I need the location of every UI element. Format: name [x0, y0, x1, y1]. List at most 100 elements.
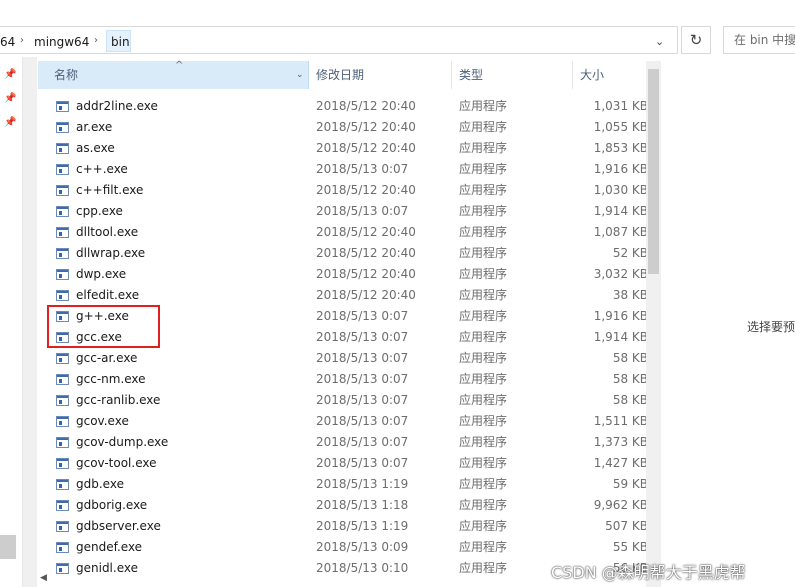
file-date: 2018/5/13 0:07 [316, 372, 409, 386]
file-row[interactable]: gdbserver.exe 2018/5/13 1:19 应用程序 507 KB [38, 516, 648, 537]
file-type: 应用程序 [459, 309, 508, 323]
breadcrumb-item[interactable]: 64 [0, 35, 15, 49]
file-size: 52 KB [612, 246, 648, 260]
executable-icon [56, 353, 69, 364]
file-type: 应用程序 [459, 288, 508, 302]
breadcrumb-item-current[interactable]: bin [111, 35, 130, 49]
file-row[interactable]: cpp.exe 2018/5/13 0:07 应用程序 1,914 KB [38, 201, 648, 222]
file-row[interactable]: gdb.exe 2018/5/13 1:19 应用程序 59 KB [38, 474, 648, 495]
executable-icon [56, 164, 69, 175]
file-name: cpp.exe [76, 204, 123, 218]
file-row[interactable]: gcc-ar.exe 2018/5/13 0:07 应用程序 58 KB [38, 348, 648, 369]
sort-ascending-icon: ^ [175, 60, 184, 71]
breadcrumb-separator-icon[interactable]: › [94, 35, 98, 46]
file-size: 38 KB [612, 288, 648, 302]
scrollbar-thumb[interactable] [648, 69, 659, 274]
file-size: 1,031 KB [593, 99, 648, 113]
file-row[interactable]: gcc-ranlib.exe 2018/5/13 0:07 应用程序 58 KB [38, 390, 648, 411]
file-row[interactable]: ar.exe 2018/5/12 20:40 应用程序 1,055 KB [38, 117, 648, 138]
refresh-icon[interactable]: ↻ [681, 26, 711, 54]
chevron-down-icon[interactable]: ⌄ [655, 35, 664, 48]
file-row[interactable]: c++.exe 2018/5/13 0:07 应用程序 1,916 KB [38, 159, 648, 180]
file-type: 应用程序 [459, 267, 508, 281]
file-date: 2018/5/13 0:07 [316, 456, 409, 470]
navigation-scrollbar[interactable] [22, 57, 37, 587]
file-row[interactable]: addr2line.exe 2018/5/12 20:40 应用程序 1,031 KB [38, 96, 648, 117]
file-date: 2018/5/12 20:40 [316, 246, 416, 260]
file-size: 1,511 KB [593, 414, 648, 428]
navigation-item-selected[interactable] [0, 535, 16, 559]
file-size: 59 KB [612, 477, 648, 491]
file-size: 1,916 KB [593, 309, 648, 323]
file-type: 应用程序 [459, 414, 508, 428]
executable-icon [56, 143, 69, 154]
file-row[interactable]: gcov-tool.exe 2018/5/13 0:07 应用程序 1,427 KB [38, 453, 648, 474]
executable-icon [56, 542, 69, 553]
file-list-scrollbar[interactable] [646, 61, 661, 587]
file-size: 1,373 KB [593, 435, 648, 449]
file-size: 1,055 KB [593, 120, 648, 134]
search-input[interactable]: 在 bin 中搜 [723, 26, 795, 54]
file-date: 2018/5/12 20:40 [316, 120, 416, 134]
file-name: gcc-nm.exe [76, 372, 146, 386]
address-bar[interactable]: 64 › mingw64 › bin ⌄ [0, 26, 678, 54]
file-type: 应用程序 [459, 393, 508, 407]
file-date: 2018/5/13 1:18 [316, 498, 409, 512]
executable-icon [56, 458, 69, 469]
pin-icon: 📌 [4, 93, 17, 104]
file-row[interactable]: as.exe 2018/5/12 20:40 应用程序 1,853 KB [38, 138, 648, 159]
file-size: 1,916 KB [593, 162, 648, 176]
executable-icon [56, 185, 69, 196]
file-date: 2018/5/13 1:19 [316, 477, 409, 491]
column-header-name[interactable]: 名称 ^ ⌄ [38, 60, 309, 89]
file-name: gdbserver.exe [76, 519, 161, 533]
file-row[interactable]: c++filt.exe 2018/5/12 20:40 应用程序 1,030 KB [38, 180, 648, 201]
file-size: 58 KB [612, 351, 648, 365]
executable-icon [56, 122, 69, 133]
file-date: 2018/5/13 0:07 [316, 393, 409, 407]
column-header-type[interactable]: 类型 [453, 61, 573, 89]
file-name: dllwrap.exe [76, 246, 146, 260]
file-row[interactable]: gcov.exe 2018/5/13 0:07 应用程序 1,511 KB [38, 411, 648, 432]
file-row[interactable]: dwp.exe 2018/5/12 20:40 应用程序 3,032 KB [38, 264, 648, 285]
file-name: genidl.exe [76, 561, 138, 575]
column-header-size[interactable]: 大小 [574, 61, 648, 89]
address-bar-row: 64 › mingw64 › bin ⌄ ↻ 在 bin 中搜 [0, 24, 795, 57]
file-name: c++filt.exe [76, 183, 144, 197]
navigation-pane: 📌 📌 📌 [0, 57, 22, 587]
file-name: c++.exe [76, 162, 128, 176]
file-size: 58 KB [612, 393, 648, 407]
file-name: ar.exe [76, 120, 113, 134]
file-row[interactable]: gdborig.exe 2018/5/13 1:18 应用程序 9,962 KB [38, 495, 648, 516]
breadcrumb-item[interactable]: mingw64 [34, 35, 89, 49]
file-row[interactable]: gcc-nm.exe 2018/5/13 0:07 应用程序 58 KB [38, 369, 648, 390]
file-date: 2018/5/13 0:07 [316, 351, 409, 365]
file-date: 2018/5/13 0:07 [316, 204, 409, 218]
file-date: 2018/5/12 20:40 [316, 288, 416, 302]
column-filter-icon[interactable]: ⌄ [296, 61, 304, 89]
file-name: gdborig.exe [76, 498, 148, 512]
column-header-date[interactable]: 修改日期 [310, 61, 452, 89]
executable-icon [56, 248, 69, 259]
file-row[interactable]: gendef.exe 2018/5/13 0:09 应用程序 55 KB [38, 537, 648, 558]
file-type: 应用程序 [459, 225, 508, 239]
file-type: 应用程序 [459, 204, 508, 218]
file-type: 应用程序 [459, 330, 508, 344]
file-date: 2018/5/13 0:10 [316, 561, 409, 575]
file-row[interactable]: dllwrap.exe 2018/5/12 20:40 应用程序 52 KB [38, 243, 648, 264]
scroll-left-icon[interactable]: ◀ [40, 573, 47, 583]
watermark-text: CSDN @森明帮大于黑虎帮 [551, 563, 746, 582]
file-name: gcc-ar.exe [76, 351, 138, 365]
file-name: gdb.exe [76, 477, 124, 491]
breadcrumb-separator-icon[interactable]: › [20, 35, 24, 46]
file-row[interactable]: elfedit.exe 2018/5/12 20:40 应用程序 38 KB [38, 285, 648, 306]
file-size: 1,853 KB [593, 141, 648, 155]
file-date: 2018/5/13 1:19 [316, 519, 409, 533]
file-name: elfedit.exe [76, 288, 140, 302]
executable-icon [56, 290, 69, 301]
file-row[interactable]: gcov-dump.exe 2018/5/13 0:07 应用程序 1,373 KB [38, 432, 648, 453]
file-type: 应用程序 [459, 351, 508, 365]
file-row[interactable]: dlltool.exe 2018/5/12 20:40 应用程序 1,087 KB [38, 222, 648, 243]
file-size: 55 KB [612, 540, 648, 554]
file-name: dwp.exe [76, 267, 127, 281]
